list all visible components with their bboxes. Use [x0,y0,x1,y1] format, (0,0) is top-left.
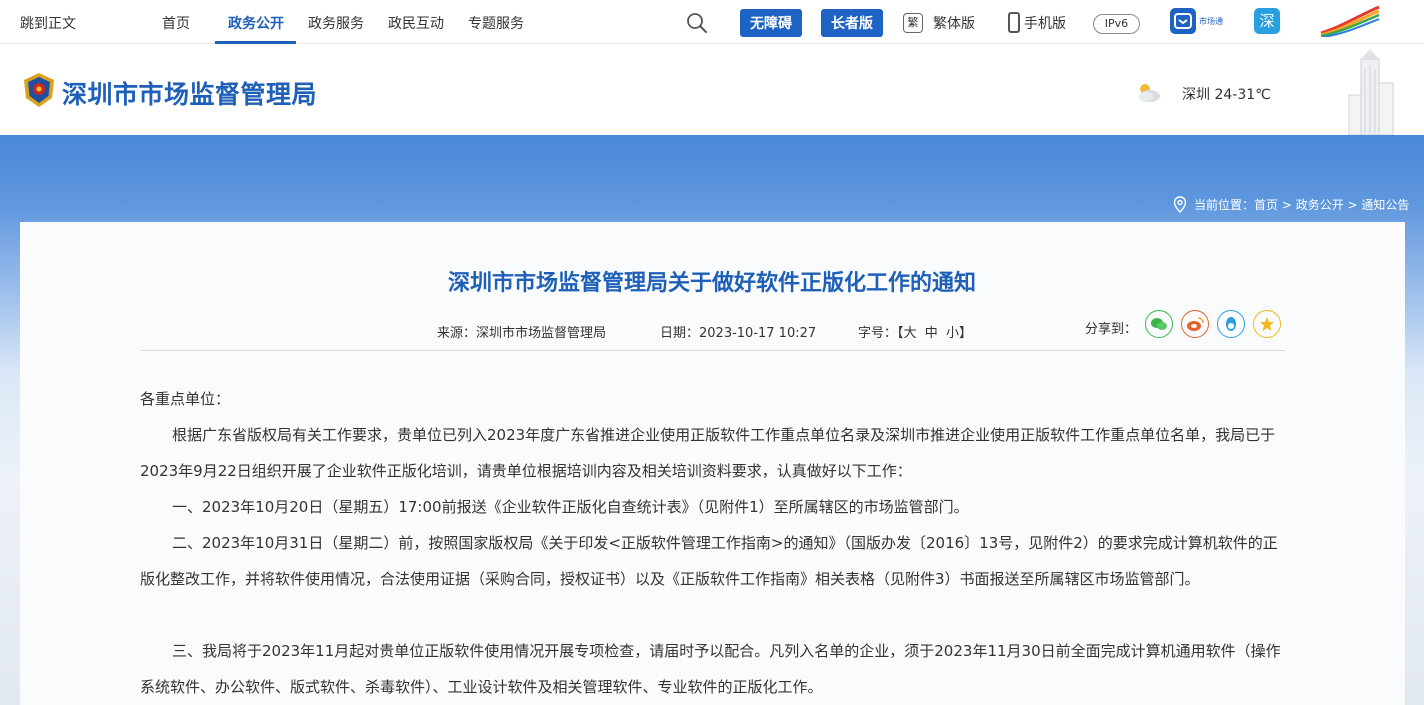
share-label: 分享到： [1085,322,1138,337]
market-app-logo-icon[interactable] [1170,8,1196,34]
breadcrumb-government-affairs-link[interactable]: 政务公开 [1296,196,1344,213]
skip-to-content-link[interactable]: 跳到正文 [20,13,76,33]
wechat-icon [1151,318,1167,330]
mobile-version-link[interactable]: 手机版 [1024,13,1066,33]
traditional-chinese-icon: 繁 [903,13,923,33]
weibo-icon [1187,317,1204,331]
top-nav-bar: 跳到正文 首页 政务公开 政务服务 政民互动 专题服务 无障碍 长者版 繁 繁体… [0,0,1424,44]
nav-public-interaction[interactable]: 政民互动 [388,13,444,33]
breadcrumb-separator: > [1278,197,1296,212]
article-salutation: 各重点单位： [140,390,231,408]
article-title: 深圳市市场监督管理局关于做好软件正版化工作的通知 [447,271,976,296]
nav-home[interactable]: 首页 [162,13,190,33]
article-date: 日期：2023-10-17 10:27 [660,326,817,341]
elder-mode-button[interactable]: 长者版 [821,9,883,37]
search-icon[interactable] [686,12,708,34]
site-header: 深圳市市场监督管理局 深圳 24-31℃ [0,45,1424,135]
mobile-phone-icon [1008,12,1020,33]
qq-icon [1226,316,1236,331]
nav-government-affairs-public[interactable]: 政务公开 [228,13,284,33]
nav-special-services[interactable]: 专题服务 [468,13,524,33]
article-paragraph: 三、我局将于2023年11月起对贵单位正版软件使用情况开展专项检查，请届时予以配… [140,642,1281,696]
star-icon [1260,317,1274,331]
location-pin-icon [1173,196,1187,213]
share-wechat-button[interactable] [1145,310,1173,338]
article-divider [140,350,1285,351]
breadcrumb: 当前位置： 首页 > 政务公开 > 通知公告 [1173,196,1409,213]
nav-active-underline [215,41,296,44]
weather-info: 深圳 24-31℃ [1182,87,1271,103]
shenzhen-china-logo-icon[interactable] [1311,5,1381,37]
breadcrumb-notices-link[interactable]: 通知公告 [1361,196,1409,213]
article-paragraph: 一、2023年10月20日（星期五）17:00前报送《企业软件正版化自查统计表》… [172,498,969,516]
breadcrumb-home-link[interactable]: 首页 [1254,196,1278,213]
traditional-chinese-link[interactable]: 繁体版 [933,13,975,33]
share-favorite-button[interactable] [1253,310,1281,338]
city-building-illustration [1348,49,1394,135]
market-app-label[interactable]: 市场通 [1199,16,1223,27]
share-weibo-button[interactable] [1181,310,1209,338]
shenzhen-app-logo-icon[interactable]: 深 [1254,8,1280,34]
article-paragraph: 二、2023年10月31日（星期二）前，按照国家版权局《关于印发<正版软件管理工… [140,534,1278,588]
site-title[interactable]: 深圳市市场监督管理局 [62,75,317,111]
accessibility-button[interactable]: 无障碍 [740,9,802,37]
share-qq-button[interactable] [1217,310,1245,338]
article-paragraph: 根据广东省版权局有关工作要求，贵单位已列入2023年度广东省推进企业使用正版软件… [140,426,1276,480]
partly-cloudy-weather-icon [1139,84,1160,102]
ipv6-badge[interactable]: IPv6 [1093,14,1140,34]
article-source: 来源：深圳市市场监督管理局 [437,326,607,341]
font-size-selector[interactable]: 字号：【大 中 小】 [858,322,972,341]
breadcrumb-separator: > [1343,197,1362,212]
breadcrumb-label: 当前位置： [1194,198,1255,212]
nav-government-services[interactable]: 政务服务 [308,13,364,33]
market-regulation-emblem-icon [24,73,54,107]
